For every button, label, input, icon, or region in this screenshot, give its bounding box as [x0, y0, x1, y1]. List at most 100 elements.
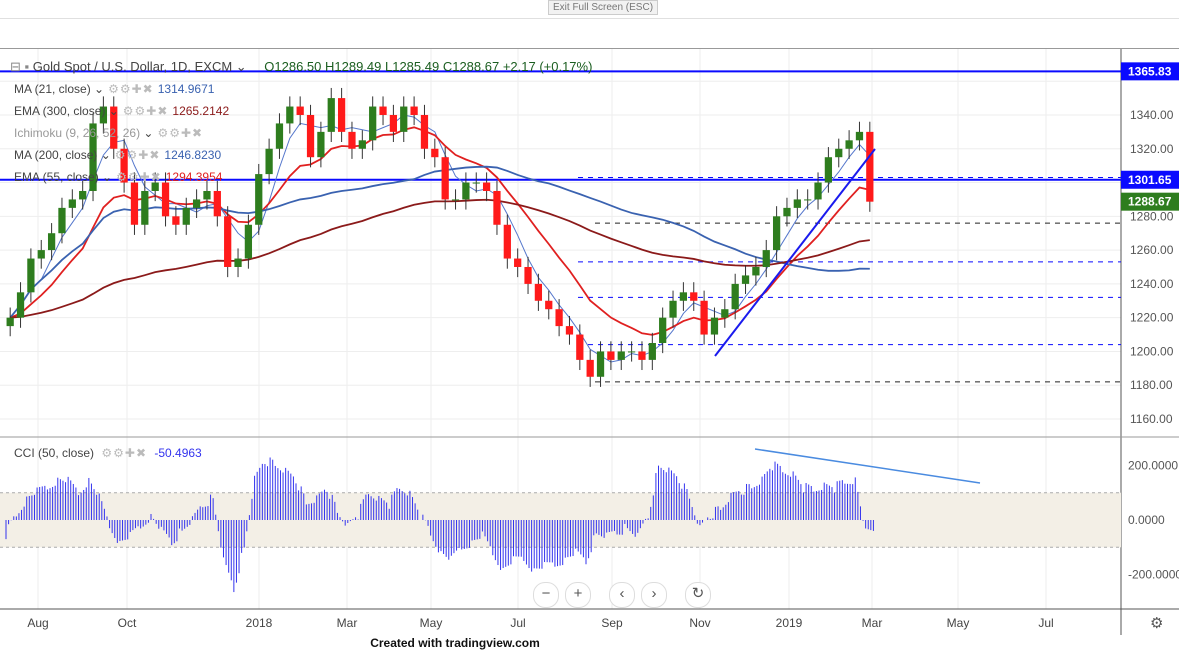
candle-body [317, 131, 325, 158]
time-tick-label: May [420, 616, 443, 630]
candle-body [545, 300, 553, 310]
symbol-legend: ⊟ ▪ Gold Spot / U.S. Dollar, 1D, EXCM ⌄ … [10, 59, 593, 74]
cci-label[interactable]: CCI (50, close) [14, 446, 94, 460]
candle-body [700, 300, 708, 335]
candle-body [348, 131, 356, 149]
candle-body [835, 148, 843, 158]
ema300-line [10, 198, 870, 319]
indicator-label[interactable]: Ichimoku (9, 26, 52, 26) [14, 126, 140, 140]
indicator-legend: EMA (300, close) ⌄ ⚙⚙✚✖ 1265.2142 [14, 104, 230, 118]
chart-area[interactable]: 1340.001320.001300.001280.001260.001240.… [0, 48, 1179, 635]
candle-body [27, 258, 35, 293]
candle-body [400, 106, 408, 132]
price-tick-label: 1160.00 [1130, 412, 1173, 426]
candle-body [638, 351, 646, 360]
indicator-legend: MA (200, close) ⌄ ⚙⚙✚✖ 1246.8230 [14, 148, 222, 162]
candle-body [710, 317, 719, 335]
price-badge-label: 1365.83 [1128, 64, 1172, 78]
candle-body [358, 140, 366, 149]
candle-body [213, 190, 221, 217]
indicator-buttons[interactable]: ⚙⚙✚✖ [115, 148, 161, 162]
time-tick-label: Mar [862, 616, 883, 630]
candle-body [731, 283, 739, 310]
indicator-label[interactable]: EMA (300, close) [14, 104, 105, 118]
candle-body [627, 351, 636, 353]
candle-body [431, 148, 439, 158]
indicator-buttons[interactable]: ⚙⚙✚✖ [116, 170, 162, 184]
candle-body [866, 131, 874, 202]
candle-body [58, 207, 66, 234]
symbol-title[interactable]: Gold Spot / U.S. Dollar, 1D, EXCM [33, 59, 232, 74]
indicator-label[interactable]: EMA (55, close) [14, 170, 99, 184]
price-tick-label: 1220.00 [1130, 311, 1174, 325]
time-tick-label: Nov [689, 616, 710, 630]
candle-body [524, 266, 532, 284]
indicator-buttons[interactable]: ⚙⚙✚✖ [123, 104, 169, 118]
cci-tick-label: 0.0000 [1128, 513, 1165, 527]
candle-body [420, 114, 429, 149]
candle-body [741, 275, 750, 284]
candle-body [255, 174, 263, 225]
indicator-legend: EMA (55, close) ⌄ ⚙⚙✚✖ 1294.3954 [14, 170, 223, 184]
reset-chart-button[interactable]: ↻ [685, 582, 711, 608]
indicator-label[interactable]: MA (21, close) [14, 82, 91, 96]
collapse-icon[interactable]: ⊟ ▪ [10, 59, 29, 74]
candle-body [130, 182, 139, 225]
candle-body [576, 334, 584, 360]
candle-body [607, 351, 615, 360]
price-tick-label: 1260.00 [1130, 243, 1174, 257]
scroll-right-button[interactable]: › [641, 582, 667, 608]
candle-body [565, 326, 574, 335]
candle-body [482, 182, 491, 191]
candle-body [472, 182, 480, 184]
zoom-out-button[interactable]: − [533, 582, 559, 608]
price-badge-label: 1288.67 [1128, 195, 1172, 209]
candle-body [617, 351, 625, 360]
indicator-label[interactable]: MA (200, close) [14, 148, 97, 162]
candle-body [389, 114, 398, 132]
indicator-buttons[interactable]: ⚙⚙✚✖ [157, 126, 203, 140]
candle-body [296, 106, 304, 115]
candle-body [441, 157, 449, 200]
candle-body [586, 359, 594, 377]
candle-body [224, 216, 232, 267]
candle-body [669, 300, 677, 318]
cci-tick-label: 200.0000 [1128, 458, 1178, 472]
cci-value: -50.4963 [154, 446, 202, 460]
candle-body [648, 342, 656, 360]
candle-body [182, 207, 190, 225]
time-tick-label: Aug [27, 616, 48, 630]
exit-fullscreen-button[interactable]: Exit Full Screen (ESC) [548, 0, 659, 15]
candle-body [855, 131, 864, 141]
candle-body [690, 292, 698, 301]
candle-body [514, 258, 522, 267]
zoom-in-button[interactable]: + [565, 582, 591, 608]
settings-gear-icon[interactable]: ⚙ [1150, 614, 1163, 632]
candle-body [824, 157, 833, 183]
candle-body [410, 106, 418, 115]
cci-legend: CCI (50, close) ⚙⚙✚✖ -50.4963 [14, 446, 202, 460]
candle-body [141, 190, 149, 225]
candle-body [6, 317, 14, 327]
time-tick-label: May [947, 616, 970, 630]
ohlc-readout: O1286.50 H1289.49 L1285.49 C1288.67 +2.1… [264, 59, 593, 74]
candle-body [306, 114, 315, 158]
candle-body [161, 182, 170, 217]
candle-body [493, 190, 501, 225]
candle-body [79, 190, 87, 200]
candle-body [265, 148, 273, 175]
candle-body [379, 106, 387, 115]
candle-body [772, 216, 781, 251]
cci-buttons[interactable]: ⚙⚙✚✖ [101, 446, 147, 460]
candle-body [462, 182, 470, 200]
price-badge-label: 1301.65 [1128, 173, 1172, 187]
scroll-left-button[interactable]: ‹ [609, 582, 635, 608]
indicator-legend: Ichimoku (9, 26, 52, 26) ⌄ ⚙⚙✚✖ [14, 126, 204, 140]
price-tick-label: 1340.00 [1130, 108, 1174, 122]
time-tick-label: Jul [1038, 616, 1053, 630]
indicator-buttons[interactable]: ⚙⚙✚✖ [108, 82, 154, 96]
candle-body [172, 216, 180, 225]
candle-body [203, 190, 211, 200]
candle-body [752, 266, 760, 276]
price-tick-label: 1320.00 [1130, 142, 1174, 156]
